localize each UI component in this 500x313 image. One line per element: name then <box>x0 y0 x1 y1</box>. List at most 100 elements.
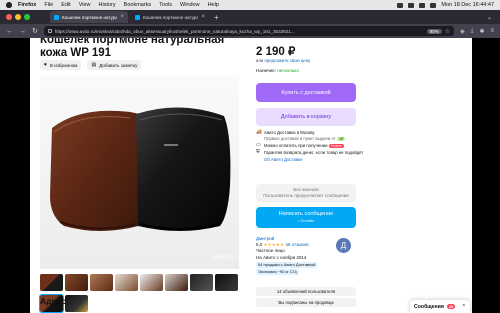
seller-since: На Авито с ноября 2014 <box>256 254 307 260</box>
delivery-row: Об Авито Доставке <box>256 157 366 163</box>
tab-title: Кошелек портмоне натуральна… <box>143 14 199 20</box>
zoom-window-button[interactable] <box>24 14 30 20</box>
truck-icon: 🚚 <box>256 130 262 135</box>
thumbnail[interactable] <box>40 274 63 291</box>
apple-logo-icon[interactable] <box>6 2 12 8</box>
menu-file[interactable]: File <box>44 2 53 8</box>
close-window-button[interactable] <box>6 14 12 20</box>
reviews-link[interactable]: 46 отзывов <box>285 242 308 247</box>
new-tab-button[interactable]: + <box>214 13 219 22</box>
pocket-icon[interactable]: ◈ <box>460 28 465 35</box>
favorites-button[interactable]: ♥ В избранном <box>40 60 82 70</box>
price-sub: или предложите свою цену <box>256 58 310 63</box>
delivery-info: 🚚 Авито Доставка в Москву Первые доставк… <box>256 130 366 164</box>
macos-menubar: Firefox File Edit View History Bookmarks… <box>0 0 500 10</box>
availability: Наличие: несколько <box>256 68 299 73</box>
downloads-icon[interactable]: ⤓ <box>471 28 474 35</box>
online-status: • Онлайн <box>298 218 314 223</box>
delivery-row: 🚚 Авито Доставка в Москву Первые доставк… <box>256 130 366 142</box>
thumbnail[interactable] <box>65 295 88 312</box>
url-text[interactable]: https://www.avito.ru/moskva/odezhda_obuv… <box>55 29 424 34</box>
bookmark-star-icon[interactable]: ☆ <box>445 28 450 35</box>
extensions-icon[interactable]: ✱ <box>479 28 484 35</box>
thumbnail[interactable] <box>90 274 113 291</box>
seller-eco-tag: Экономия ~90 кг CO₂ <box>256 269 300 276</box>
subscribed-button[interactable]: Вы подписаны на продавца <box>256 298 356 307</box>
search-icon[interactable] <box>419 2 426 8</box>
add-note-button[interactable]: ▤ Добавить заметку <box>87 60 142 70</box>
heart-icon: ♥ <box>44 62 47 68</box>
add-to-cart-button[interactable]: Добавить в корзину <box>256 108 356 126</box>
no-calls-notice: Без звонков Пользователь предпочитает со… <box>256 184 356 202</box>
seller-rating: 5,0 <box>256 242 263 248</box>
thumbnail[interactable] <box>115 274 138 291</box>
thumbnail-strip <box>39 274 240 313</box>
shield-icon: ⛨ <box>256 150 260 155</box>
list-tabs-icon[interactable]: ⌄ <box>487 14 492 21</box>
seller-ads-button[interactable]: 14 объявлений пользователя <box>256 287 356 296</box>
avito-favicon-icon <box>135 14 140 20</box>
listing-actions: ♥ В избранном ▤ Добавить заметку <box>40 60 142 70</box>
browser-tab-1[interactable]: Кошелек портмоне натуральна… × <box>50 11 128 23</box>
wifi-icon[interactable] <box>408 2 415 8</box>
no-calls-sub: Пользователь предпочитает сообщения <box>263 193 349 198</box>
zoom-indicator[interactable]: 90% <box>426 28 442 34</box>
main-photo[interactable]: АВИТО <box>40 76 239 269</box>
thumbnail[interactable] <box>140 274 163 291</box>
menu-icon[interactable]: ≡ <box>490 28 494 35</box>
browser-tab-strip: Кошелек портмоне натуральна… × Кошелек п… <box>0 10 500 24</box>
buy-with-delivery-button[interactable]: Купить с доставкой <box>256 83 356 102</box>
availability-value: несколько <box>277 68 299 73</box>
browser-tab-2[interactable]: Кошелек портмоне натуральна… × <box>131 11 209 23</box>
menu-edit[interactable]: Edit <box>61 2 70 8</box>
messages-widget[interactable]: Сообщения 26 ⌃ <box>410 300 470 313</box>
menu-history[interactable]: History <box>99 2 116 8</box>
about-delivery-link[interactable]: Об Авито Доставке <box>264 157 302 163</box>
write-message-button[interactable]: Написать сообщение • Онлайн <box>256 207 356 228</box>
thumbnail[interactable] <box>165 274 188 291</box>
reload-icon[interactable]: ↻ <box>32 27 38 35</box>
menubar-clock[interactable]: Mon 18 Dec 16:44:47 <box>441 2 494 8</box>
menu-tools[interactable]: Tools <box>159 2 172 8</box>
menu-app[interactable]: Firefox <box>18 2 36 8</box>
write-message-label: Написать сообщение <box>278 210 334 217</box>
favorites-label: В избранном <box>49 62 78 68</box>
chevron-up-icon: ⌃ <box>461 303 466 310</box>
window-controls <box>6 14 30 20</box>
propose-price-link[interactable]: предложите свою цену <box>265 58 311 63</box>
price: 2 190 ₽ <box>256 46 296 58</box>
price-sub-prefix: или <box>256 58 265 63</box>
forward-icon[interactable]: → <box>19 28 26 35</box>
menu-view[interactable]: View <box>79 2 91 8</box>
control-center-icon[interactable] <box>430 2 437 8</box>
avito-listing-page: Кошелек портмоне натуральная кожа WP 191… <box>30 38 472 313</box>
thumbnail[interactable] <box>65 274 88 291</box>
avatar[interactable]: Д <box>336 238 351 253</box>
messages-label: Сообщения <box>414 303 444 310</box>
thumbnail[interactable] <box>215 274 238 291</box>
delivery-price-badge: 1₽ <box>336 137 346 141</box>
menu-window[interactable]: Window <box>180 2 200 8</box>
back-icon[interactable]: ← <box>6 28 13 35</box>
pay-on-receipt: Можно оплатить при получении <box>264 143 328 148</box>
watermark: АВИТО <box>211 255 233 261</box>
thumbnail[interactable] <box>190 274 213 291</box>
menu-bookmarks[interactable]: Bookmarks <box>124 2 152 8</box>
lock-icon <box>47 29 52 33</box>
wallets-image <box>40 76 239 269</box>
delivery-sub: Первые доставки в пункт выдачи от <box>264 136 336 141</box>
close-tab-icon[interactable]: × <box>120 14 124 20</box>
note-icon: ▤ <box>91 62 97 68</box>
messages-count-badge: 26 <box>446 304 456 309</box>
menu-help[interactable]: Help <box>208 2 219 8</box>
url-field[interactable]: https://www.avito.ru/moskva/odezhda_obuv… <box>43 26 455 36</box>
wallet-icon: ▭ <box>256 143 261 148</box>
rating-stars-icon: ★★★★★ <box>263 242 285 248</box>
listing-title: Кошелек портмоне натуральная кожа WP 191 <box>40 38 225 59</box>
battery-icon[interactable] <box>397 2 404 8</box>
minimize-window-button[interactable] <box>15 14 21 20</box>
avito-favicon-icon <box>54 14 59 20</box>
new-badge: Новое <box>328 144 344 148</box>
address-heading: Адрес <box>40 296 67 306</box>
close-tab-icon[interactable]: × <box>201 14 205 20</box>
